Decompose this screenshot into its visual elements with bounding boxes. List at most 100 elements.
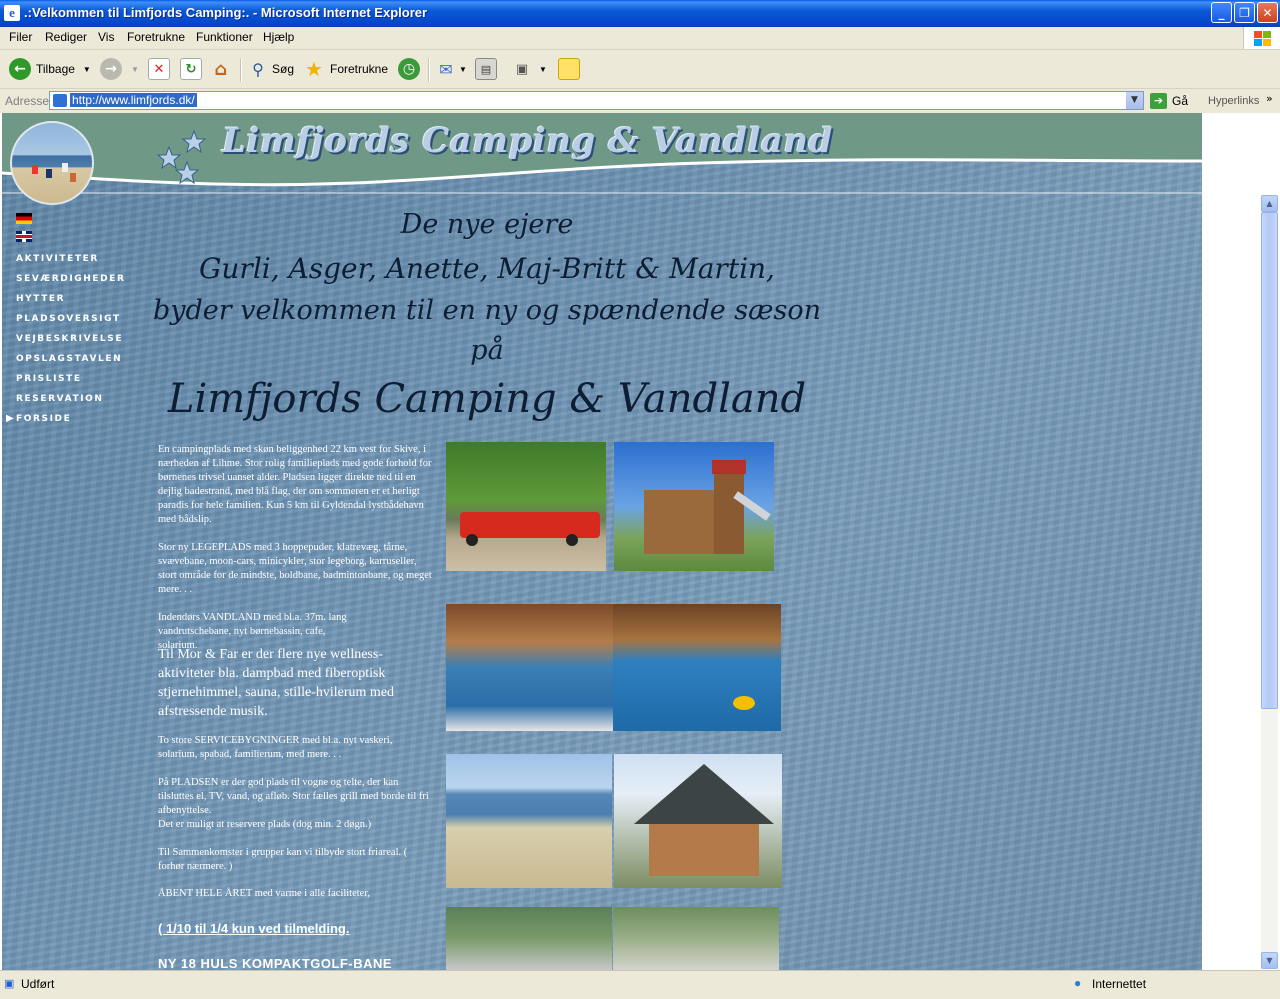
go-button[interactable]: ➔ Gå bbox=[1150, 93, 1188, 109]
menu-tools[interactable]: Funktioner bbox=[196, 30, 253, 44]
mail-button[interactable]: ✉ ▼ bbox=[436, 56, 467, 82]
window-title: .:Velkommen til Limfjords Camping:. - Mi… bbox=[24, 5, 428, 20]
home-icon: ⌂ bbox=[214, 58, 228, 80]
favorites-button[interactable]: ★ Foretrukne bbox=[304, 56, 388, 82]
note-icon bbox=[558, 58, 580, 80]
edit-page-icon: ▣ bbox=[515, 61, 529, 77]
search-icon: ⚲ bbox=[252, 59, 264, 79]
nav-hytter[interactable]: HYTTER bbox=[16, 294, 65, 304]
reservation-note: Det er muligt at reservere plads (dog mi… bbox=[158, 819, 372, 830]
address-dropdown-icon[interactable]: ▼ bbox=[1126, 92, 1143, 109]
address-url[interactable]: http://www.limfjords.dk/ bbox=[70, 93, 197, 107]
indoor-pool-photo-2 bbox=[613, 604, 781, 731]
toolbar-separator bbox=[428, 58, 430, 82]
nav-reservation[interactable]: RESERVATION bbox=[16, 394, 104, 404]
stop-button[interactable]: ✕ bbox=[148, 56, 170, 82]
intro-paragraph: En campingplads med skøn beliggenhed 22 … bbox=[158, 444, 432, 525]
page-icon bbox=[53, 94, 67, 107]
headline-line-2: Gurli, Asger, Anette, Maj-Britt & Martin… bbox=[199, 252, 775, 285]
windows-logo-icon bbox=[1243, 27, 1280, 49]
open-all-year: ÅBENT HELE ÅRET med varme i alle facilit… bbox=[158, 888, 371, 899]
toolbar: ← Tilbage ▼ → ▼ ✕ ↻ ⌂ ⚲ Søg ★ Foretrukne… bbox=[0, 50, 1280, 89]
scroll-up-button[interactable]: ▲ bbox=[1261, 195, 1278, 212]
indoor-pool-photo-1 bbox=[446, 604, 613, 731]
scroll-down-button[interactable]: ▼ bbox=[1261, 952, 1278, 969]
history-icon: ◷ bbox=[398, 58, 420, 80]
wellness-paragraph: Til Mor & Far er der flere nye wellness-… bbox=[158, 647, 394, 719]
forward-arrow-icon: → bbox=[100, 58, 122, 80]
edit-button[interactable]: ▣ ▼ bbox=[512, 56, 547, 82]
go-arrow-icon: ➔ bbox=[1150, 93, 1167, 109]
beach-photo-logo bbox=[10, 121, 94, 205]
close-button[interactable]: ✕ bbox=[1257, 2, 1278, 23]
playground-paragraph: Stor ny LEGEPLADS med 3 hoppepuder, klat… bbox=[158, 542, 432, 595]
menu-view[interactable]: Vis bbox=[98, 30, 114, 44]
menu-edit[interactable]: Rediger bbox=[45, 30, 87, 44]
mail-dropdown-icon[interactable]: ▼ bbox=[459, 65, 467, 74]
stop-icon: ✕ bbox=[148, 58, 170, 80]
beach-photo bbox=[446, 754, 612, 888]
history-button[interactable]: ◷ bbox=[398, 56, 420, 82]
internet-zone-icon: ● bbox=[1074, 976, 1082, 990]
pitch-paragraph: På PLADSEN er der god plads til vogne og… bbox=[158, 777, 429, 816]
headline-line-4: Limfjords Camping & Vandland bbox=[167, 376, 807, 422]
address-bar: Adresse http://www.limfjords.dk/ ▼ ➔ Gå … bbox=[0, 89, 1280, 114]
ie-icon[interactable]: e bbox=[4, 5, 20, 21]
mail-icon: ✉ bbox=[439, 59, 453, 79]
menu-help[interactable]: Hjælp bbox=[263, 30, 294, 44]
forward-dropdown-icon[interactable]: ▼ bbox=[131, 65, 139, 74]
back-dropdown-icon[interactable]: ▼ bbox=[83, 65, 91, 74]
zone-text: Internettet bbox=[1092, 977, 1147, 991]
current-page-arrow-icon: ▶ bbox=[6, 413, 14, 424]
german-flag-icon[interactable] bbox=[16, 213, 32, 224]
restore-button[interactable]: ❐ bbox=[1234, 2, 1255, 23]
nav-prisliste[interactable]: PRISLISTE bbox=[16, 374, 82, 384]
minigolf-heading: NY 18 HULS KOMPAKTGOLF-BANE bbox=[158, 956, 393, 970]
refresh-button[interactable]: ↻ bbox=[180, 56, 202, 82]
links-chevron-icon[interactable]: » bbox=[1266, 92, 1273, 105]
toolbar-separator bbox=[240, 58, 242, 82]
minigolf-photo bbox=[613, 907, 779, 970]
links-toolbar[interactable]: Hyperlinks bbox=[1208, 95, 1259, 107]
forward-button[interactable]: → ▼ bbox=[100, 56, 139, 82]
status-text: Udført bbox=[21, 977, 55, 991]
web-page: Limfjords Camping & Vandland AKTIVITETER… bbox=[2, 113, 1202, 970]
menu-file[interactable]: Filer bbox=[9, 30, 32, 44]
welcome-headline: De nye ejere Gurli, Asger, Anette, Maj-B… bbox=[152, 203, 822, 427]
browser-viewport: Limfjords Camping & Vandland AKTIVITETER… bbox=[0, 113, 1280, 970]
home-button[interactable]: ⌂ bbox=[211, 56, 231, 82]
uk-flag-icon[interactable] bbox=[16, 231, 32, 242]
nav-aktiviteter[interactable]: AKTIVITETER bbox=[16, 254, 99, 264]
headline-line-1: De nye ejere bbox=[400, 209, 574, 240]
address-input[interactable]: http://www.limfjords.dk/ ▼ bbox=[49, 91, 1144, 110]
service-paragraph: To store SERVICEBYGNINGER med bl.a. nyt … bbox=[158, 735, 393, 760]
winter-booking-link[interactable]: ( 1/10 til 1/4 kun ved tilmelding. bbox=[158, 921, 349, 936]
nav-sevaerdigheder[interactable]: SEVÆRDIGHEDER bbox=[16, 274, 126, 284]
camping-area-photo bbox=[446, 907, 612, 970]
nav-forside[interactable]: FORSIDE bbox=[16, 414, 71, 424]
site-header: Limfjords Camping & Vandland bbox=[2, 113, 1202, 205]
title-bar: e .:Velkommen til Limfjords Camping:. - … bbox=[0, 0, 1280, 27]
playground-castle-photo bbox=[614, 442, 774, 571]
status-bar: ▣ Udført ● Internettet bbox=[0, 970, 1280, 999]
minimize-button[interactable]: _ bbox=[1211, 2, 1232, 23]
back-arrow-icon: ← bbox=[9, 58, 31, 80]
scroll-thumb[interactable] bbox=[1261, 212, 1278, 709]
nav-opslagstavlen[interactable]: OPSLAGSTAVLEN bbox=[16, 354, 122, 364]
back-button[interactable]: ← Tilbage ▼ bbox=[9, 56, 91, 82]
train-ride-photo bbox=[446, 442, 606, 571]
nav-vejbeskrivelse[interactable]: VEJBESKRIVELSE bbox=[16, 334, 123, 344]
groups-paragraph: Til Sammenkomster i grupper kan vi tilby… bbox=[158, 847, 408, 872]
menu-favorites[interactable]: Foretrukne bbox=[127, 30, 185, 44]
star-icon: ★ bbox=[305, 57, 323, 81]
nav-pladsoversigt[interactable]: PLADSOVERSIGT bbox=[16, 314, 121, 324]
search-button[interactable]: ⚲ Søg bbox=[248, 56, 294, 82]
site-logo[interactable]: Limfjords Camping & Vandland bbox=[222, 121, 833, 161]
messenger-button[interactable] bbox=[558, 56, 580, 82]
edit-dropdown-icon[interactable]: ▼ bbox=[539, 65, 547, 74]
print-button[interactable]: ▤ bbox=[475, 56, 497, 82]
menu-bar: Filer Rediger Vis Foretrukne Funktioner … bbox=[0, 27, 1280, 50]
cabin-photo bbox=[614, 754, 782, 888]
done-page-icon: ▣ bbox=[4, 978, 15, 990]
address-label: Adresse bbox=[5, 94, 50, 108]
